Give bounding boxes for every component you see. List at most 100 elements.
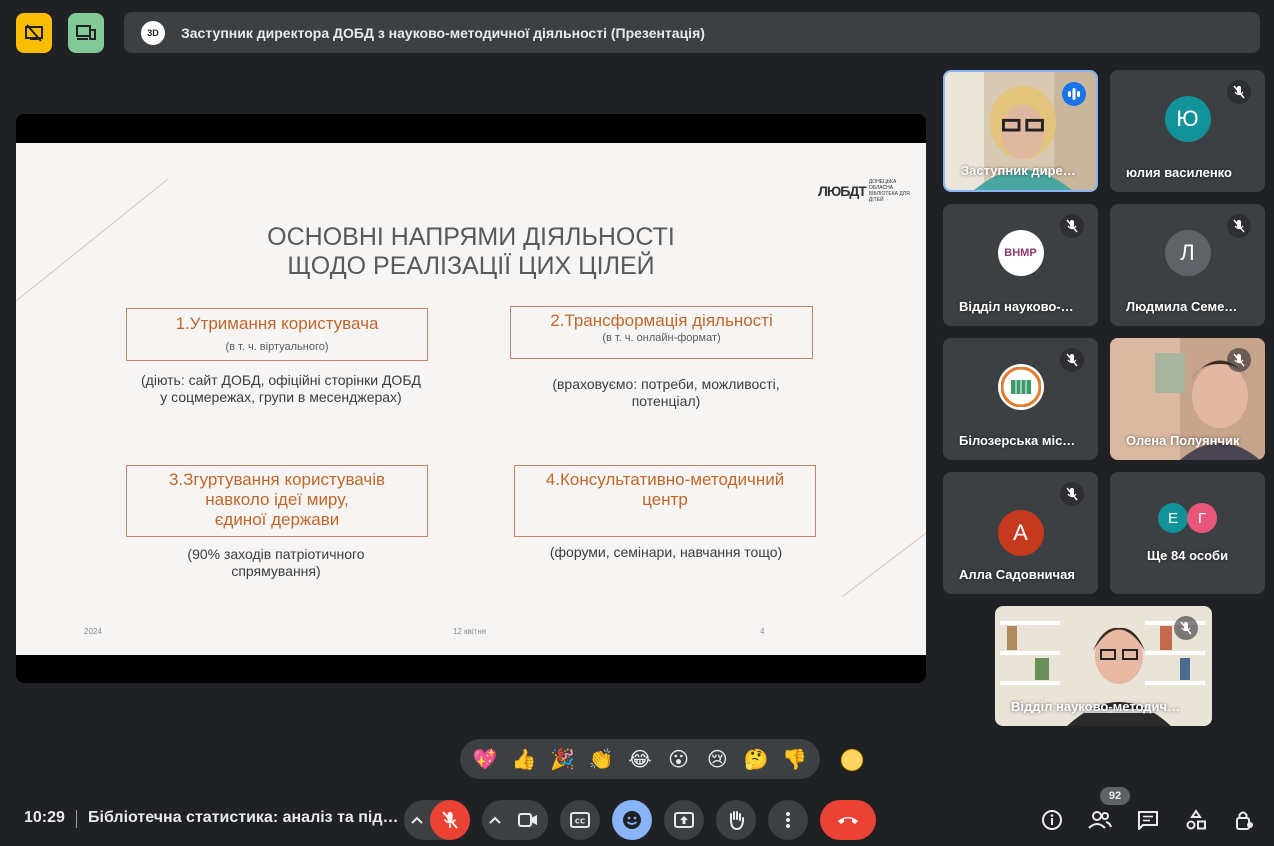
participant-tile[interactable]: ВНМР Відділ науково-… xyxy=(943,204,1098,326)
participant-tile[interactable]: Білозерська міс… xyxy=(943,338,1098,460)
shapes-icon xyxy=(1186,809,1206,830)
participant-name: Олена Полуянчик xyxy=(1126,433,1240,448)
more-vertical-icon xyxy=(786,812,790,828)
people-button[interactable] xyxy=(1086,806,1114,834)
chevron-up-icon xyxy=(489,816,501,824)
info-icon xyxy=(1042,810,1062,830)
library-logo-text: ДОНЕЦЬКА ОБЛАСНА БІБЛІОТЕКА ДЛЯ ДІТЕЙ xyxy=(868,179,910,203)
skin-tone-button[interactable] xyxy=(841,749,863,771)
presentation-stage: ЛЮБДТ ДОНЕЦЬКА ОБЛАСНА БІБЛІОТЕКА ДЛЯ ДІ… xyxy=(16,114,926,683)
mic-off-icon xyxy=(1233,353,1245,367)
svg-text:CC: CC xyxy=(575,818,585,826)
library-logo-avatar xyxy=(997,364,1044,410)
slide-note-3: (90% заходів патріотичного спрямування) xyxy=(187,546,365,579)
present-screen-icon xyxy=(674,812,694,828)
chevron-up-icon xyxy=(411,816,423,824)
mic-options-button[interactable] xyxy=(404,816,430,824)
avatar: ВНМР xyxy=(997,230,1044,276)
emoji-icon xyxy=(623,811,641,829)
reaction-heart[interactable]: 💖 xyxy=(469,743,501,775)
participant-tile[interactable]: Л Людмила Семе… xyxy=(1110,204,1265,326)
mic-off-badge xyxy=(1060,214,1084,238)
speaking-indicator xyxy=(1062,82,1086,106)
meeting-details-button[interactable] xyxy=(1038,806,1066,834)
mic-off-badge xyxy=(1174,616,1198,640)
participant-name: юлия василенко xyxy=(1126,165,1232,180)
presentation-title-bar[interactable]: 3D Заступник директора ДОБД з науково-ме… xyxy=(124,12,1260,53)
chat-icon xyxy=(1138,811,1158,830)
camera-options-button[interactable] xyxy=(482,816,508,824)
participant-name: Алла Садовничая xyxy=(959,567,1075,582)
slide-box-4: 4.Консультативно-методичний центр xyxy=(514,465,816,537)
divider xyxy=(76,810,77,828)
mic-toggle-button[interactable] xyxy=(430,800,470,840)
participant-name: Заступник дире… xyxy=(961,163,1076,178)
slide-title: ОСНОВНІ НАПРЯМИ ДІЯЛЬНОСТІ ЩОДО РЕАЛІЗАЦ… xyxy=(267,223,675,280)
reaction-thumbs-up[interactable]: 👍 xyxy=(508,743,540,775)
library-logo: ЛЮБДТ ДОНЕЦЬКА ОБЛАСНА БІБЛІОТЕКА ДЛЯ ДІ… xyxy=(818,179,914,203)
presenter-logo: 3D xyxy=(141,20,165,45)
slide-box-2: 2.Трансформація діяльності (в т. ч. онла… xyxy=(510,306,813,359)
reaction-thinking[interactable]: 🤔 xyxy=(740,743,772,775)
participant-count-badge: 92 xyxy=(1100,787,1130,805)
video-camera-icon xyxy=(518,813,537,827)
slide-note-1: (діють: сайт ДОБД, офіційні сторінки ДОБ… xyxy=(141,372,421,405)
hang-up-icon xyxy=(838,817,858,824)
slide-note-2: (враховуємо: потреби, можливості, потенц… xyxy=(552,376,780,409)
reaction-surprised[interactable]: 😮 xyxy=(663,743,695,775)
mic-off-badge xyxy=(1060,348,1084,372)
mic-off-icon xyxy=(1233,85,1245,99)
participant-tile[interactable]: Ю юлия василенко xyxy=(1110,70,1265,192)
reactions-button[interactable] xyxy=(612,800,652,840)
chat-button[interactable] xyxy=(1134,806,1162,834)
mic-off-icon xyxy=(442,811,458,829)
reaction-party[interactable]: 🎉 xyxy=(547,743,579,775)
raise-hand-button[interactable] xyxy=(716,800,756,840)
slide-box-1: 1.Утримання користувача (в т. ч. віртуал… xyxy=(126,308,428,361)
participant-name: Відділ науково-… xyxy=(959,299,1074,314)
slide-footer-page: 4 xyxy=(760,627,765,636)
presentation-layout-button[interactable] xyxy=(16,13,52,53)
camera-toggle-button[interactable] xyxy=(508,800,548,840)
reactions-bar: 💖 👍 🎉 👏 😂 😮 😢 🤔 👎 xyxy=(460,739,820,779)
mic-off-icon xyxy=(1180,621,1192,635)
avatar: Е xyxy=(1158,503,1188,533)
reaction-sad[interactable]: 😢 xyxy=(701,743,733,775)
more-participants-tile[interactable]: Е Г Ще 84 особи xyxy=(1110,472,1265,594)
clock: 10:29 xyxy=(24,809,65,826)
people-icon xyxy=(1088,811,1112,829)
reaction-clap[interactable]: 👏 xyxy=(585,743,617,775)
library-logo-mark: ЛЮБДТ xyxy=(818,183,867,199)
mic-off-icon xyxy=(1066,219,1078,233)
slide-footer-date: 12 квітня xyxy=(453,627,487,636)
captions-button[interactable]: CC xyxy=(560,800,600,840)
reaction-laugh[interactable]: 😂 xyxy=(624,743,656,775)
activities-button[interactable] xyxy=(1182,806,1210,834)
mic-off-icon xyxy=(1066,487,1078,501)
participant-tile[interactable]: Олена Полуянчик xyxy=(1110,338,1265,460)
avatar: Л xyxy=(1164,230,1211,276)
devices-icon xyxy=(76,25,96,40)
mic-off-icon xyxy=(1233,219,1245,233)
mic-off-badge xyxy=(1227,80,1251,104)
hand-icon xyxy=(730,811,744,830)
participant-tile-presenter[interactable]: Заступник дире… xyxy=(943,70,1098,192)
audio-wave-icon xyxy=(1068,88,1080,100)
self-view-tile[interactable]: Відділ науково-методич… xyxy=(995,606,1212,726)
participant-tile[interactable]: А Алла Садовничая xyxy=(943,472,1098,594)
reaction-thumbs-down[interactable]: 👎 xyxy=(779,743,811,775)
screen-share-off-icon xyxy=(25,24,43,42)
mic-off-badge xyxy=(1227,214,1251,238)
closed-captions-icon: CC xyxy=(570,812,590,828)
leave-call-button[interactable] xyxy=(820,800,876,840)
present-button[interactable] xyxy=(664,800,704,840)
mic-off-badge xyxy=(1060,482,1084,506)
avatar: Г xyxy=(1187,503,1217,533)
avatar: Ю xyxy=(1164,96,1211,142)
mic-off-icon xyxy=(1066,353,1078,367)
host-controls-button[interactable] xyxy=(1230,806,1258,834)
more-options-button[interactable] xyxy=(768,800,808,840)
mic-off-badge xyxy=(1227,348,1251,372)
presentation-title: Заступник директора ДОБД з науково-метод… xyxy=(181,24,705,41)
devices-button[interactable] xyxy=(68,13,104,53)
